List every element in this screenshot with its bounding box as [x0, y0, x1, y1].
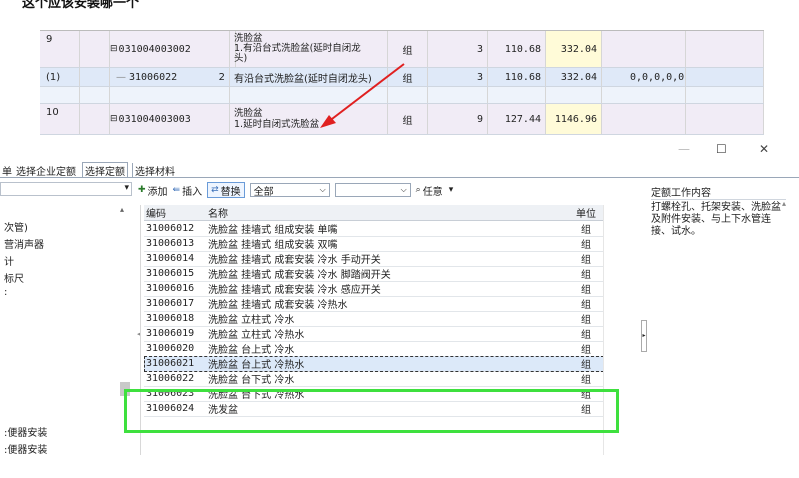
row-qty: 3	[428, 68, 488, 86]
table-row[interactable]: 31006013 洗脸盆 挂墙式 组成安装 双嘴 组	[144, 236, 604, 252]
close-button[interactable]: ✕	[759, 142, 769, 156]
annotation-arrow	[320, 63, 405, 128]
category-dropdown[interactable]: ▾	[0, 182, 132, 196]
insert-icon: ⇚	[172, 185, 181, 195]
tree-item[interactable]: :便器安装	[4, 441, 47, 456]
chevron-down-icon: ⌵	[319, 185, 326, 194]
add-button[interactable]: ✚ 添加	[138, 183, 168, 198]
row-code: 031004003003	[118, 113, 191, 125]
maximize-button[interactable]: ☐	[716, 142, 727, 156]
chevron-down-icon[interactable]: ▾	[124, 183, 129, 193]
row-qty: 9	[428, 104, 488, 134]
table-row[interactable]: 31006014 洗脸盆 挂墙式 成套安装 冷水 手动开关 组	[144, 251, 604, 267]
tree-item[interactable]: 计	[4, 253, 14, 268]
work-content-title: 定额工作内容	[651, 188, 711, 199]
minimize-button[interactable]: —	[678, 142, 690, 156]
scroll-up-icon[interactable]: ▴	[782, 199, 786, 208]
insert-button[interactable]: ⇚ 插入	[173, 183, 203, 198]
chevron-down-icon: ⌵	[400, 185, 407, 194]
scroll-up-icon[interactable]: ▴	[120, 205, 124, 214]
tab-select-quota[interactable]: 选择定额	[82, 162, 128, 178]
tree-item[interactable]: 标尺	[4, 270, 24, 285]
table-row[interactable]: 31006020 洗脸盆 台上式 冷水 组	[144, 341, 604, 357]
row-price: 110.68	[488, 68, 546, 86]
replace-icon: ⇄	[211, 185, 219, 195]
add-icon: ✚	[138, 185, 146, 195]
right-splitter-handle[interactable]: ▸	[641, 320, 647, 352]
table-row[interactable]: 31006018 洗脸盆 立柱式 冷水 组	[144, 311, 604, 327]
dropdown-arrow-icon: ▾	[448, 185, 454, 195]
row-seq: 10	[40, 104, 80, 134]
filter-dropdown[interactable]: 全部 ⌵	[249, 183, 330, 198]
search-input[interactable]: ⌵	[334, 183, 411, 197]
toolbar: ✚ 添加 ⇚ 插入 ⇄ 替换 全部 ⌵ ⌵ ⌕ 任意 ▾	[138, 182, 638, 198]
table-row[interactable]: 31006022 洗脸盆 台下式 冷水 组	[144, 371, 604, 387]
highlight-box	[124, 389, 619, 433]
tree-item[interactable]: :	[4, 287, 7, 298]
row-price: 127.44	[488, 104, 546, 134]
table-row[interactable]: 31006015 洗脸盆 挂墙式 成套安装 冷水 脚踏阀开关 组	[144, 266, 604, 282]
table-row-selected[interactable]: 31006021 洗脸盆 台上式 冷热水 组	[144, 356, 604, 372]
table-row[interactable]: 31006016 洗脸盆 挂墙式 成套安装 冷水 感应开关 组	[144, 281, 604, 297]
table-row[interactable]: 31006019 洗脸盆 立柱式 冷热水 组	[144, 326, 604, 342]
collapse-icon[interactable]: ⊟	[110, 44, 118, 54]
tree-item[interactable]: :便器安装	[4, 424, 47, 439]
question-title: 这个应该安装哪一个	[22, 0, 140, 11]
row-index: 2	[200, 68, 230, 86]
tree-item[interactable]: 营消声器	[4, 236, 44, 251]
work-content-text: 打螺栓孔、托架安装、洗脸盆及附件安装、与上下水管连接、试水。	[651, 199, 786, 238]
row-price: 110.68	[488, 31, 546, 67]
tab-bar: 单 选择企业定额 选择定额 选择材料	[0, 160, 799, 178]
row-total: 332.04	[546, 68, 602, 86]
table-row[interactable]: 31006017 洗脸盆 挂墙式 成套安装 冷热水 组	[144, 296, 604, 312]
row-total: 1146.96	[546, 104, 602, 134]
grid-header: 编码 名称 单位	[144, 205, 604, 221]
tab-partial[interactable]: 单	[0, 163, 14, 178]
row-total: 332.04	[546, 31, 602, 67]
tree-item[interactable]: 次管)	[4, 219, 28, 234]
table-row[interactable]: 31006012 洗脸盆 挂墙式 组成安装 单嘴 组	[144, 221, 604, 237]
row-seq: 9	[40, 31, 80, 67]
replace-button[interactable]: ⇄ 替换	[207, 182, 245, 198]
row-extra: 0,0,0,0,0	[602, 68, 686, 86]
tab-select-material[interactable]: 选择材料	[132, 163, 177, 178]
row-qty: 3	[428, 31, 488, 67]
search-icon: ⌕	[415, 185, 421, 195]
row-code: 031004003002	[118, 43, 191, 55]
any-match-button[interactable]: ⌕ 任意 ▾	[416, 183, 454, 198]
row-code: 31006022	[129, 71, 178, 83]
collapse-icon[interactable]: ⊟	[110, 114, 118, 124]
row-seq: (1)	[40, 68, 80, 86]
tab-enterprise-quota[interactable]: 选择企业定额	[14, 163, 78, 178]
